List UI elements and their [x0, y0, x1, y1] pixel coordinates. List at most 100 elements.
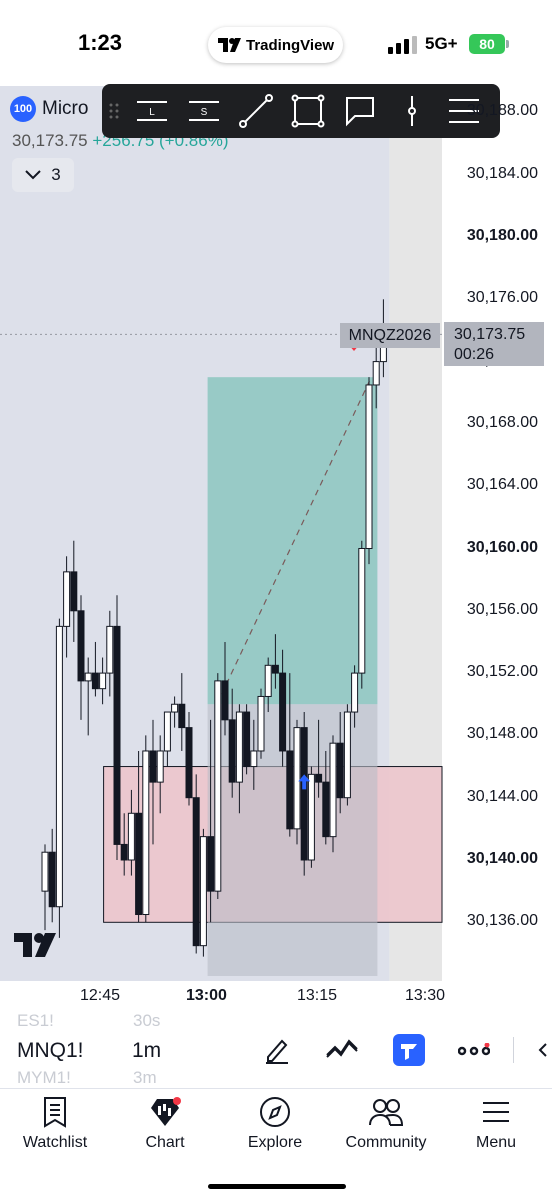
indicators-toggle-button[interactable]: 3	[12, 158, 74, 192]
symbol-name: Micro	[42, 98, 89, 119]
status-bar: 1:23 TradingView 5G+ 80	[0, 0, 552, 86]
candle-body	[264, 664, 272, 697]
candle-body	[171, 703, 179, 713]
callout-icon	[346, 97, 374, 127]
candle-body	[48, 851, 56, 908]
symbol-price-tag: MNQZ2026	[340, 323, 440, 348]
candle-body	[307, 773, 315, 861]
candle-body	[343, 711, 351, 799]
menu-icon	[483, 1102, 509, 1122]
candle-body	[372, 361, 380, 386]
price-axis-label: 30,144.00	[466, 787, 538, 805]
ellipsis-icon	[458, 1043, 490, 1056]
candle-body	[257, 695, 265, 752]
tab-label: Explore	[247, 1134, 303, 1151]
candle-body	[163, 711, 171, 752]
time-label: 13:00	[186, 987, 227, 1004]
drawing-toolbar: L S	[102, 84, 500, 138]
tradingview-pill[interactable]: TradingView	[208, 27, 343, 63]
more-options-button[interactable]	[457, 1033, 491, 1067]
tradingview-watermark-icon	[14, 933, 56, 957]
price-axis-label: 30,176.00	[466, 289, 538, 307]
tab-menu[interactable]: Menu	[441, 1094, 551, 1160]
ghost-interval: 30s	[133, 1011, 161, 1030]
chevron-down-icon	[25, 170, 41, 180]
ghost-symbol: MYM1!	[17, 1068, 71, 1087]
tradingview-logo-icon	[218, 38, 241, 52]
time-label: 13:30	[405, 987, 446, 1004]
price-axis-label: 30,180.00	[466, 227, 538, 244]
chevron-left-icon[interactable]	[538, 1043, 548, 1057]
indicators-button[interactable]	[325, 1033, 359, 1067]
ghost-symbol: ES1!	[17, 1011, 54, 1030]
home-indicator	[208, 1184, 346, 1189]
vertical-line-tool[interactable]	[386, 84, 438, 138]
price-axis-label: 30,136.00	[466, 912, 538, 930]
symbol-badge: 100	[10, 96, 36, 122]
candle-body	[235, 711, 243, 783]
price-axis-label: 30,184.00	[466, 164, 538, 182]
tab-label: Community	[345, 1134, 427, 1151]
callout-tool[interactable]	[334, 84, 386, 138]
symbol-picker[interactable]: MNQ1!	[17, 1039, 84, 1063]
short-position-tool[interactable]: S	[178, 84, 230, 138]
long-tool-label: L	[149, 107, 155, 118]
time-label: 12:45	[80, 987, 121, 1004]
position-target-zone	[207, 377, 378, 705]
candle-body	[41, 851, 49, 892]
interval-picker[interactable]: 1m	[132, 1039, 161, 1063]
pen-icon	[266, 1039, 288, 1064]
trend-line-icon	[239, 94, 273, 128]
price-axis-label: 30,156.00	[466, 600, 538, 618]
candle-body	[106, 625, 114, 674]
candle-body	[365, 384, 373, 549]
price-chart[interactable]	[0, 86, 552, 981]
drawing-button[interactable]	[260, 1033, 294, 1067]
rectangle-tool[interactable]	[282, 84, 334, 138]
horizontal-line-long-icon: L	[137, 101, 167, 121]
candle-body	[243, 711, 251, 768]
candle-body	[199, 836, 207, 947]
trend-line-tool[interactable]	[230, 84, 282, 138]
horizontal-line-short-icon: S	[189, 101, 219, 121]
chart-icon	[151, 1097, 181, 1126]
candle-body	[214, 680, 222, 892]
candle-body	[99, 672, 107, 690]
candle-body	[91, 672, 99, 690]
price-axis-label: 30,152.00	[466, 663, 538, 681]
candle-body	[207, 836, 215, 892]
candle-body	[178, 703, 186, 729]
tab-community[interactable]: Community	[331, 1094, 441, 1160]
candle-body	[192, 797, 200, 947]
candle-body	[300, 727, 308, 861]
community-icon	[369, 1099, 404, 1126]
price-scale-bg	[442, 86, 552, 981]
candle-body	[120, 843, 128, 861]
network-type: 5G+	[425, 34, 458, 53]
indicators-icon	[326, 1039, 358, 1058]
indicators-count: 3	[51, 165, 61, 184]
signal-icon	[388, 36, 417, 54]
tradingview-brand-button[interactable]	[393, 1034, 425, 1066]
tab-chart[interactable]: Chart	[110, 1094, 220, 1160]
symbol-header[interactable]: 100 Micro	[10, 96, 88, 122]
tab-watchlist[interactable]: Watchlist	[0, 1094, 110, 1160]
candle-body	[149, 750, 157, 783]
drag-handle-icon[interactable]	[102, 84, 126, 138]
candle-body	[322, 781, 330, 838]
candle-body	[63, 571, 71, 627]
pill-label: TradingView	[246, 36, 335, 54]
tab-label: Watchlist	[22, 1134, 88, 1151]
candle-body	[70, 571, 78, 612]
candle-body	[293, 727, 301, 830]
candle-body	[185, 727, 193, 799]
divider	[513, 1037, 514, 1063]
bar-countdown: 00:26	[454, 346, 495, 363]
price-axis-label: 30,188.00	[466, 102, 538, 120]
candle-body	[228, 719, 236, 783]
battery-icon: 80	[469, 34, 505, 54]
tab-explore[interactable]: Explore	[220, 1094, 330, 1160]
last-price-label: 30,173.75 00:26	[444, 322, 544, 366]
chart-pane[interactable]	[0, 86, 552, 981]
long-position-tool[interactable]: L	[126, 84, 178, 138]
